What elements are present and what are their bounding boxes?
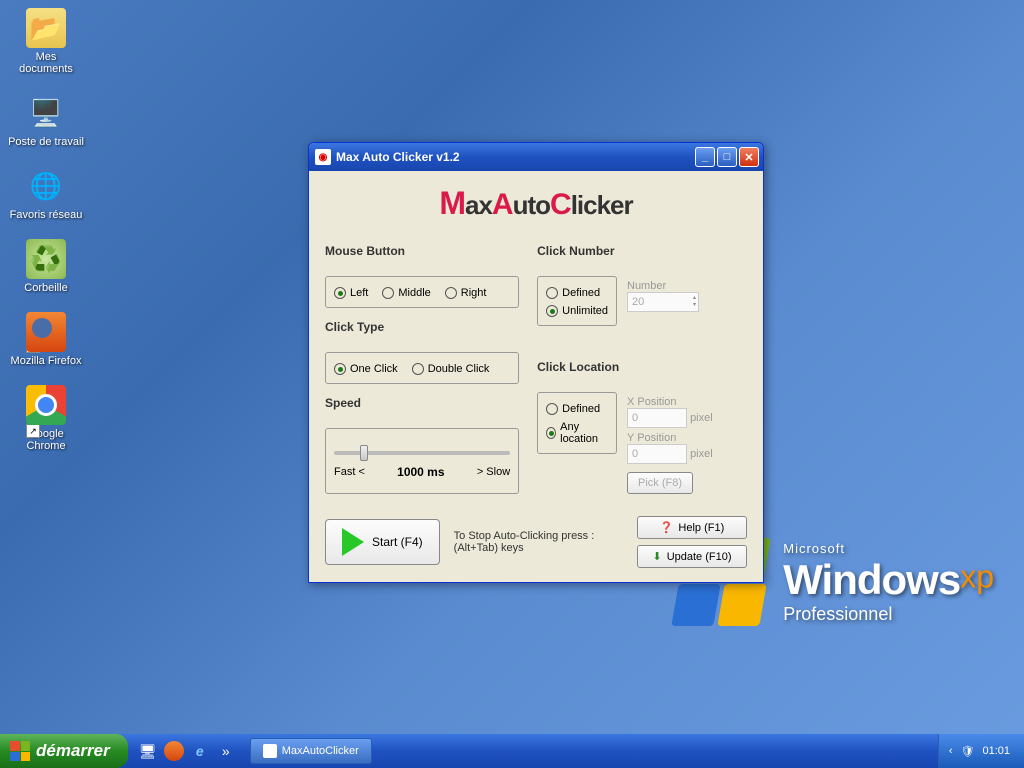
minimize-button[interactable]: _ — [695, 147, 715, 167]
position-disabled-group: X Position 0 pixel Y Position 0 pixel Pi… — [627, 392, 747, 494]
taskbar-app-button[interactable]: MaxAutoClicker — [250, 738, 372, 764]
click-location-heading: Click Location — [537, 360, 747, 374]
app-icon: ◉ — [315, 149, 331, 165]
desktop-icon-firefox[interactable]: Mozilla Firefox — [8, 312, 84, 367]
icon-label: Mozilla Firefox — [8, 355, 84, 367]
update-button[interactable]: ⬇Update (F10) — [637, 545, 747, 568]
radio-left[interactable]: Left — [334, 287, 368, 299]
radio-icon — [412, 363, 424, 375]
desktop-icon-network[interactable]: 🌐 Favoris réseau — [8, 166, 84, 221]
y-position-input: 0 — [627, 444, 687, 464]
speed-value: 1000 ms — [397, 465, 444, 479]
quicklaunch-firefox[interactable] — [164, 741, 184, 761]
quicklaunch-desktop[interactable]: 🖥 — [138, 741, 158, 761]
app-window: ◉ Max Auto Clicker v1.2 _ □ ✕ MaxAutoCli… — [308, 142, 764, 583]
number-label: Number — [627, 280, 747, 292]
taskbar-clock[interactable]: 01:01 — [982, 745, 1010, 757]
click-type-heading: Click Type — [325, 320, 519, 334]
number-input: 20 — [627, 292, 699, 312]
download-icon: ⬇ — [652, 550, 661, 563]
system-tray: ‹ 🛡 01:01 — [938, 734, 1024, 768]
app-logo: MaxAutoClicker — [325, 185, 747, 222]
radio-one-click[interactable]: One Click — [334, 363, 398, 375]
firefox-icon — [26, 312, 66, 352]
quicklaunch-expand[interactable]: » — [216, 741, 236, 761]
desktop-icon-recycle[interactable]: ♻️ Corbeille — [8, 239, 84, 294]
click-number-group: Defined Unlimited — [537, 276, 617, 326]
folder-icon: 📂 — [26, 8, 66, 48]
click-number-heading: Click Number — [537, 244, 747, 258]
icon-label: Google Chrome — [8, 428, 84, 452]
x-position-input: 0 — [627, 408, 687, 428]
icon-label: Corbeille — [8, 282, 84, 294]
radio-right[interactable]: Right — [445, 287, 487, 299]
stop-hint: To Stop Auto-Clicking press : (Alt+Tab) … — [454, 530, 595, 554]
icon-label: Favoris réseau — [8, 209, 84, 221]
icon-label: Poste de travail — [8, 136, 84, 148]
x-position-label: X Position — [627, 396, 747, 408]
radio-middle[interactable]: Middle — [382, 287, 430, 299]
desktop-icon-computer[interactable]: 🖥️ Poste de travail — [8, 93, 84, 148]
titlebar[interactable]: ◉ Max Auto Clicker v1.2 _ □ ✕ — [309, 143, 763, 171]
slider-thumb[interactable] — [360, 445, 368, 461]
radio-icon — [546, 287, 558, 299]
desktop-icon-chrome[interactable]: Google Chrome — [8, 385, 84, 452]
speed-fast-label: Fast < — [334, 466, 365, 478]
speed-heading: Speed — [325, 396, 519, 410]
radio-number-unlimited[interactable]: Unlimited — [546, 305, 608, 317]
quicklaunch-ie[interactable]: e — [190, 741, 210, 761]
click-type-group: One Click Double Click — [325, 352, 519, 384]
icon-label: Mes documents — [8, 51, 84, 75]
radio-icon — [546, 305, 558, 317]
speed-slider[interactable] — [334, 451, 510, 455]
radio-number-defined[interactable]: Defined — [546, 287, 608, 299]
radio-location-any[interactable]: Any location — [546, 421, 608, 445]
mouse-button-heading: Mouse Button — [325, 244, 519, 258]
network-icon: 🌐 — [26, 166, 66, 206]
radio-location-defined[interactable]: Defined — [546, 403, 608, 415]
speed-group: Fast < 1000 ms > Slow — [325, 428, 519, 494]
number-disabled-group: Number 20 — [627, 276, 747, 312]
click-location-group: Defined Any location — [537, 392, 617, 454]
radio-icon — [546, 403, 558, 415]
windows-start-icon — [10, 741, 30, 761]
tray-expand-icon[interactable]: ‹ — [949, 745, 953, 757]
pick-button: Pick (F8) — [627, 472, 693, 494]
radio-double-click[interactable]: Double Click — [412, 363, 490, 375]
radio-icon — [546, 427, 556, 439]
radio-icon — [382, 287, 394, 299]
taskbar: démarrer 🖥 e » MaxAutoClicker ‹ 🛡 01:01 — [0, 734, 1024, 768]
start-button[interactable]: Start (F4) — [325, 519, 440, 565]
window-title: Max Auto Clicker v1.2 — [336, 150, 695, 164]
maximize-button[interactable]: □ — [717, 147, 737, 167]
radio-icon — [334, 363, 346, 375]
tray-icon[interactable]: 🛡 — [961, 745, 975, 758]
close-button[interactable]: ✕ — [739, 147, 759, 167]
chrome-icon — [26, 385, 66, 425]
help-button[interactable]: ❓Help (F1) — [637, 516, 747, 539]
desktop-icon-documents[interactable]: 📂 Mes documents — [8, 8, 84, 75]
mouse-button-group: Left Middle Right — [325, 276, 519, 308]
radio-icon — [334, 287, 346, 299]
y-position-label: Y Position — [627, 432, 747, 444]
taskbar-app-icon — [263, 744, 277, 758]
radio-icon — [445, 287, 457, 299]
computer-icon: 🖥️ — [26, 93, 66, 133]
speed-slow-label: > Slow — [477, 466, 510, 478]
recycle-bin-icon: ♻️ — [26, 239, 66, 279]
play-icon — [342, 528, 364, 556]
start-menu-button[interactable]: démarrer — [0, 734, 128, 768]
help-icon: ❓ — [660, 521, 674, 534]
